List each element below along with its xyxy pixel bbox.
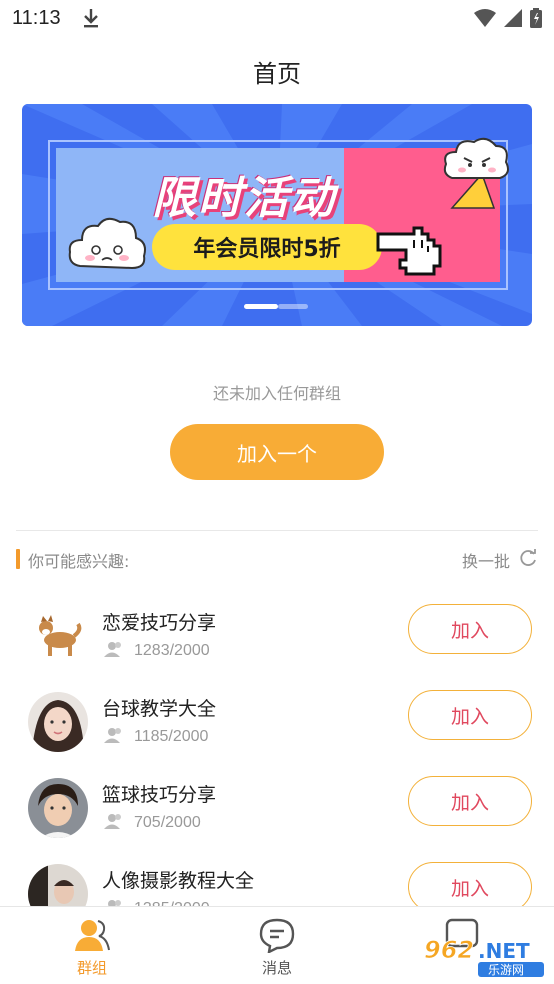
banner-pagination (244, 304, 308, 309)
empty-groups-message: 还未加入任何群组 (212, 384, 341, 403)
suggestions-header: 你可能感兴趣: 换一批 (16, 548, 538, 572)
svg-text:乐游网: 乐游网 (488, 963, 524, 977)
group-member-count: 1185/2000 (104, 726, 208, 748)
tab-label: 群组 (76, 959, 107, 977)
group-name: 人像摄影教程大全 (102, 870, 255, 892)
join-button[interactable]: 加入 (408, 690, 532, 740)
banner-subtitle: 年会员限时5折 (193, 237, 341, 262)
banner-offer-pill: 年会员限时5折 (152, 224, 382, 270)
group-member-count: 1283/2000 (104, 640, 210, 662)
tab-label: 消息 (261, 959, 292, 977)
suggestions-label: 你可能感兴趣: (28, 552, 130, 571)
group-avatar (28, 778, 88, 838)
group-name: 台球教学大全 (102, 698, 217, 720)
cloud-left-icon (68, 217, 146, 270)
refresh-icon (518, 548, 538, 572)
status-time: 11:13 (12, 7, 61, 29)
group-row[interactable]: 篮球技巧分享 705/2000 加入 (0, 776, 554, 864)
users-icon (74, 917, 110, 953)
download-icon (82, 8, 100, 32)
svg-text:.NET: .NET (478, 939, 530, 963)
signal-icon (504, 9, 522, 31)
group-row[interactable]: 恋爱技巧分享 1283/2000 加入 (0, 604, 554, 692)
hand-pointer-icon (376, 226, 442, 276)
tab-groups[interactable]: 群组 (32, 907, 152, 984)
wifi-icon (474, 9, 496, 31)
refresh-button[interactable]: 换一批 (462, 548, 538, 572)
tab-messages[interactable]: 消息 (217, 907, 337, 984)
pagination-dot (278, 304, 308, 309)
member-count-text: 1283/2000 (134, 642, 210, 659)
cloud-right-icon (443, 137, 509, 209)
group-avatar (28, 606, 88, 666)
page-title: 首页 (253, 60, 301, 88)
member-count-text: 705/2000 (134, 814, 201, 831)
watermark-logo: 962 .NET 乐游网 (420, 932, 550, 978)
section-divider (16, 530, 538, 531)
join-button[interactable]: 加入 (408, 604, 532, 654)
group-name: 篮球技巧分享 (102, 784, 217, 806)
pagination-dot-active (244, 304, 278, 309)
group-name: 恋爱技巧分享 (102, 612, 217, 634)
status-icons (474, 8, 542, 32)
group-avatar (28, 692, 88, 752)
banner-title: 限时活动 (152, 173, 336, 224)
battery-icon (530, 8, 542, 32)
member-count-text: 1185/2000 (134, 728, 209, 745)
section-accent-bar (16, 549, 20, 569)
refresh-label: 换一批 (461, 552, 510, 571)
svg-text:962: 962 (424, 936, 474, 964)
promo-banner[interactable]: 限时活动 年会员限时5折 (22, 104, 532, 326)
message-icon (259, 917, 295, 955)
members-icon (104, 812, 124, 834)
join-group-button[interactable]: 加入一个 (170, 424, 384, 480)
join-button[interactable]: 加入 (408, 862, 532, 912)
members-icon (104, 640, 124, 662)
group-member-count: 705/2000 (104, 812, 201, 834)
group-row[interactable]: 台球教学大全 1185/2000 加入 (0, 690, 554, 778)
members-icon (104, 726, 124, 748)
status-bar: 11:13 (0, 0, 554, 38)
join-button[interactable]: 加入 (408, 776, 532, 826)
